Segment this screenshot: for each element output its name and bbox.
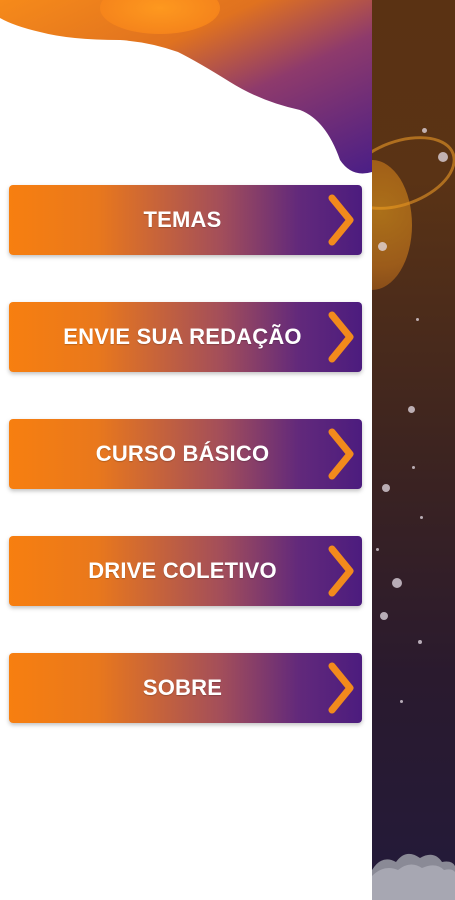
star-decoration	[420, 516, 423, 519]
chevron-right-icon	[328, 194, 354, 246]
menu-item-label: ENVIE SUA REDAÇÃO	[63, 324, 302, 349]
header-wave-decoration	[0, 0, 372, 174]
chevron-right-icon	[328, 311, 354, 363]
star-decoration	[416, 318, 419, 321]
menu-item-envie-sua-redacao[interactable]: ENVIE SUA REDAÇÃO	[9, 302, 362, 372]
star-decoration	[400, 700, 403, 703]
star-decoration	[408, 406, 415, 413]
menu-item-sobre[interactable]: SOBRE	[9, 653, 362, 723]
navigation-drawer: TEMAS ENVIE SUA REDAÇÃO CURSO BÁSICO DRI…	[0, 0, 372, 900]
star-decoration	[392, 578, 402, 588]
star-decoration	[378, 242, 387, 251]
menu-item-label: DRIVE COLETIVO	[88, 558, 277, 583]
chevron-right-icon	[328, 545, 354, 597]
menu-item-label: TEMAS	[143, 207, 222, 232]
star-decoration	[382, 484, 390, 492]
cloud-decoration	[372, 853, 455, 900]
star-decoration	[438, 152, 448, 162]
star-decoration	[418, 640, 422, 644]
star-decoration	[422, 128, 427, 133]
menu-item-temas[interactable]: TEMAS	[9, 185, 362, 255]
drawer-menu: TEMAS ENVIE SUA REDAÇÃO CURSO BÁSICO DRI…	[9, 185, 362, 770]
chevron-right-icon	[328, 428, 354, 480]
star-decoration	[380, 612, 388, 620]
background-space-scene[interactable]	[372, 0, 455, 900]
chevron-right-icon	[328, 662, 354, 714]
app-screen: TEMAS ENVIE SUA REDAÇÃO CURSO BÁSICO DRI…	[0, 0, 455, 900]
menu-item-drive-coletivo[interactable]: DRIVE COLETIVO	[9, 536, 362, 606]
menu-item-curso-basico[interactable]: CURSO BÁSICO	[9, 419, 362, 489]
star-decoration	[376, 548, 379, 551]
menu-item-label: CURSO BÁSICO	[95, 441, 270, 466]
star-decoration	[412, 466, 415, 469]
menu-item-label: SOBRE	[142, 675, 223, 700]
